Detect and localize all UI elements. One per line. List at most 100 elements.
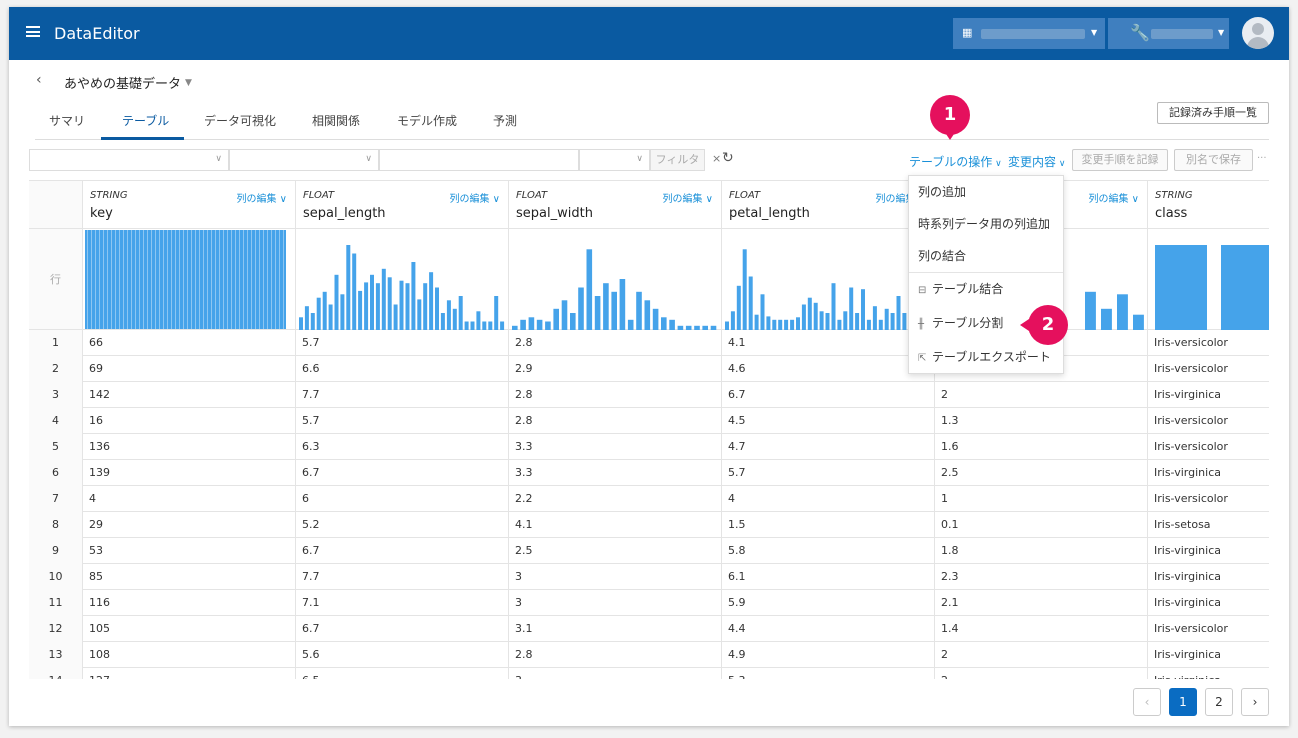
histogram-bar	[500, 321, 505, 330]
table-cell: 5.3	[722, 668, 935, 679]
histogram-bar	[636, 291, 642, 330]
key-histogram-chart	[85, 230, 286, 329]
column-type: FLOAT	[303, 190, 335, 201]
changes-menu[interactable]: 変更内容 ∨	[1008, 153, 1065, 170]
table-cell: 3.1	[509, 616, 722, 642]
table-row[interactable]: 5 136 6.3 3.3 4.7 1.6 Iris-versicolor	[29, 434, 1269, 460]
menu-table-join[interactable]: ⊟ テーブル結合	[909, 273, 1063, 305]
table-row[interactable]: 141276.535.32Iris-virginica	[29, 668, 1269, 679]
table-operations-menu[interactable]: テーブルの操作 ∨	[909, 153, 1002, 170]
table-cell: Iris-virginica	[1148, 642, 1269, 668]
table-cell: 4.1	[722, 330, 935, 356]
table-row[interactable]: 4 16 5.7 2.8 4.5 1.3 Iris-versicolor	[29, 408, 1269, 434]
page-1-button[interactable]: 1	[1169, 688, 1197, 716]
table-row[interactable]: 13 108 5.6 2.8 4.9 2 Iris-virginica	[29, 642, 1269, 668]
table-cell: 6	[296, 486, 509, 512]
histogram-bar	[796, 317, 800, 330]
histogram-bar	[470, 321, 475, 330]
column-type: FLOAT	[516, 190, 548, 201]
menu-add-column[interactable]: 列の追加	[909, 176, 1063, 208]
histogram-bar	[1221, 245, 1269, 330]
edit-column-link[interactable]: 列の編集 ∨	[237, 190, 288, 205]
menu-concat-columns[interactable]: 列の結合	[909, 240, 1063, 272]
hamburger-menu-icon[interactable]	[26, 26, 40, 37]
edit-column-label: 列の編集	[449, 194, 490, 205]
table-cell: 5.7	[296, 330, 509, 356]
tab-table[interactable]: テーブル	[122, 112, 169, 129]
table-cell: 5.8	[722, 538, 935, 564]
menu-add-timeseries-column[interactable]: 時系列データ用の列追加	[909, 208, 1063, 240]
table-row[interactable]: 9 53 6.7 2.5 5.8 1.8 Iris-virginica	[29, 538, 1269, 564]
table-cell: 108	[83, 642, 296, 668]
edit-column-link[interactable]: 列の編集 ∨	[663, 190, 714, 205]
table-cell: 116	[83, 590, 296, 616]
filter-column-select[interactable]: ∨	[29, 149, 229, 171]
table-row[interactable]: 10 85 7.7 3 6.1 2.3 Iris-virginica	[29, 564, 1269, 590]
filter-value-input[interactable]	[379, 149, 579, 171]
table-cell: 6.7	[296, 460, 509, 486]
table-row[interactable]: 1 66 5.7 2.8 4.1 Iris-versicolor	[29, 330, 1269, 356]
next-page-button[interactable]: ›	[1241, 688, 1269, 716]
histogram-bar	[387, 277, 392, 330]
column-type: STRING	[1155, 190, 1193, 201]
histogram-bar	[411, 262, 416, 330]
table-row[interactable]: 2 69 6.6 2.9 4.6 Iris-versicolor	[29, 356, 1269, 382]
save-as-button[interactable]: 別名で保存	[1174, 149, 1253, 171]
tab-model-building[interactable]: モデル作成	[397, 112, 457, 129]
table-cell: Iris-setosa	[1148, 512, 1269, 538]
organization-selector[interactable]: ▦ ▼	[953, 18, 1105, 49]
table-row[interactable]: 11 116 7.1 3 5.9 2.1 Iris-virginica	[29, 590, 1269, 616]
histogram-class	[1148, 229, 1269, 330]
tab-data-visualization[interactable]: データ可視化	[204, 112, 276, 129]
table-cell: Iris-virginica	[1148, 668, 1269, 679]
histogram-bar	[855, 313, 860, 330]
table-cell: 4	[722, 486, 935, 512]
prev-page-button[interactable]: ‹	[1133, 688, 1161, 716]
table-cell: 5.2	[296, 512, 509, 538]
histogram-bar	[619, 279, 626, 330]
filter-operator-select[interactable]: ∨	[229, 149, 379, 171]
callout-step-2: 2	[1020, 305, 1068, 345]
user-avatar[interactable]	[1242, 17, 1274, 49]
tab-summary[interactable]: サマリ	[49, 112, 85, 129]
column-type: FLOAT	[729, 190, 761, 201]
table-cell: 2.8	[509, 330, 722, 356]
row-index: 7	[29, 486, 83, 512]
table-row[interactable]: 6 139 6.7 3.3 5.7 2.5 Iris-virginica	[29, 460, 1269, 486]
row-index: 4	[29, 408, 83, 434]
menu-table-export[interactable]: ⇱ テーブルエクスポート	[909, 341, 1063, 373]
page-2-button[interactable]: 2	[1205, 688, 1233, 716]
table-cell: 2	[935, 642, 1148, 668]
histogram-bar	[334, 274, 339, 330]
filter-logic-select[interactable]: ∨	[579, 149, 650, 171]
table-cell: 2.3	[935, 564, 1148, 590]
tab-prediction[interactable]: 予測	[493, 112, 517, 129]
column-type: STRING	[90, 190, 128, 201]
histogram-bar	[423, 283, 428, 330]
table-row[interactable]: 3 142 7.7 2.8 6.7 2 Iris-virginica	[29, 382, 1269, 408]
back-chevron-icon[interactable]: ‹	[36, 72, 42, 88]
filter-button[interactable]: フィルタ	[650, 149, 705, 171]
recorded-steps-button[interactable]: 記録済み手順一覧	[1157, 102, 1269, 124]
table-row[interactable]: 12 105 6.7 3.1 4.4 1.4 Iris-versicolor	[29, 616, 1269, 642]
histogram-bar	[778, 319, 783, 330]
caret-down-icon[interactable]: ▼	[185, 78, 192, 88]
more-icon[interactable]: ···	[1257, 153, 1267, 164]
project-selector[interactable]: 🔧 ▼	[1108, 18, 1229, 49]
refresh-icon[interactable]: ↻	[722, 150, 734, 166]
record-steps-button[interactable]: 変更手順を記録	[1072, 149, 1168, 171]
histogram-bar	[328, 304, 333, 330]
table-cell: 6.5	[296, 668, 509, 679]
table-row[interactable]: 8 29 5.2 4.1 1.5 0.1 Iris-setosa	[29, 512, 1269, 538]
histogram-bar	[1101, 308, 1112, 330]
histogram-bar	[843, 311, 848, 330]
edit-column-link[interactable]: 列の編集 ∨	[1089, 190, 1140, 205]
edit-column-link[interactable]: 列の編集 ∨	[450, 190, 501, 205]
table-cell: 4.1	[509, 512, 722, 538]
clear-filter-icon[interactable]: ×	[712, 152, 721, 165]
top-bar: DataEditor ▦ ▼ 🔧 ▼	[9, 7, 1289, 60]
chevron-down-icon: ∨	[636, 154, 643, 164]
tab-correlation[interactable]: 相関関係	[312, 112, 360, 129]
dataset-title[interactable]: あやめの基礎データ	[64, 73, 181, 92]
table-row[interactable]: 7 4 6 2.2 4 1 Iris-versicolor	[29, 486, 1269, 512]
